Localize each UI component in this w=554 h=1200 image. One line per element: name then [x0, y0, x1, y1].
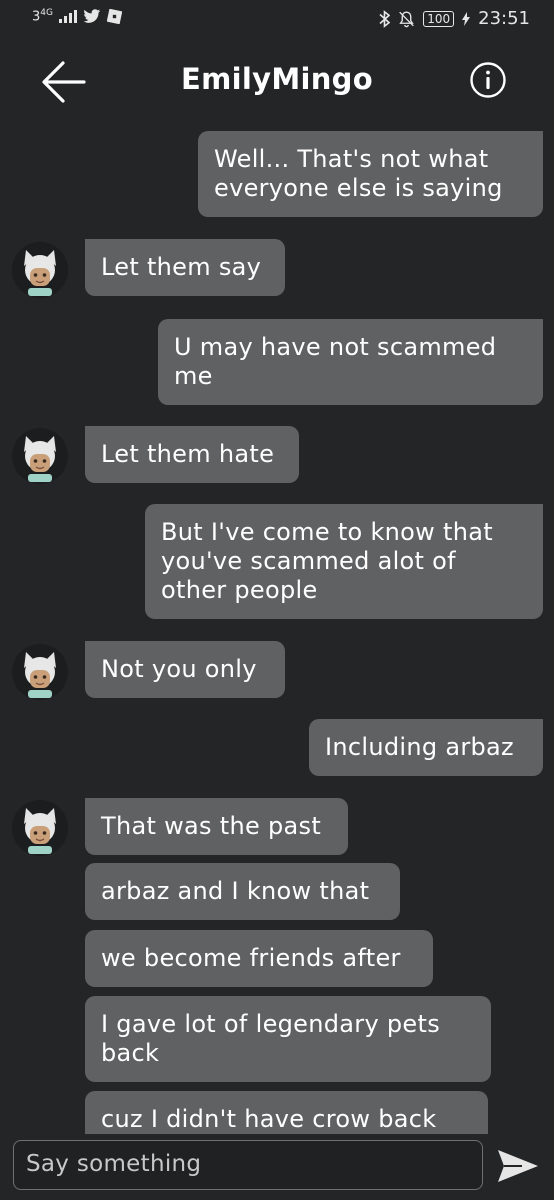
message-bubble-received: I gave lot of legendary pets back	[85, 996, 491, 1082]
chat-header: EmilyMingo	[0, 40, 554, 130]
message-bubble-received: Let them hate	[85, 426, 299, 483]
send-icon[interactable]	[496, 1148, 540, 1184]
charging-icon	[462, 11, 471, 26]
message-input[interactable]: Say something	[13, 1140, 483, 1190]
info-icon[interactable]	[470, 62, 506, 98]
roblox-icon	[106, 8, 122, 24]
twitter-icon	[83, 8, 101, 23]
message-bubble-received: arbaz and I know that	[85, 863, 400, 920]
message-bubble-received: Not you only	[85, 641, 285, 698]
avatar[interactable]	[12, 242, 68, 298]
message-composer: Say something	[0, 1134, 554, 1200]
message-bubble-sent: Well... That's not what everyone else is…	[198, 131, 543, 217]
bell-off-icon	[399, 11, 414, 27]
message-bubble-sent: But I've come to know that you've scamme…	[145, 504, 543, 619]
signal-icon	[58, 9, 77, 24]
message-bubble-received: Let them say	[85, 239, 285, 296]
status-bar: 34G 100 23:51	[0, 0, 554, 40]
clock: 23:51	[478, 8, 530, 29]
message-bubble-received: That was the past	[85, 798, 348, 855]
carrier-label: 34G	[32, 8, 53, 25]
avatar[interactable]	[12, 800, 68, 856]
avatar[interactable]	[12, 644, 68, 700]
avatar[interactable]	[12, 428, 68, 484]
bluetooth-icon	[379, 9, 391, 28]
message-bubble-sent: U may have not scammed me	[158, 319, 543, 405]
message-bubble-sent: Including arbaz	[309, 719, 543, 776]
battery-icon: 100	[423, 10, 455, 27]
message-bubble-received: we become friends after	[85, 930, 433, 987]
